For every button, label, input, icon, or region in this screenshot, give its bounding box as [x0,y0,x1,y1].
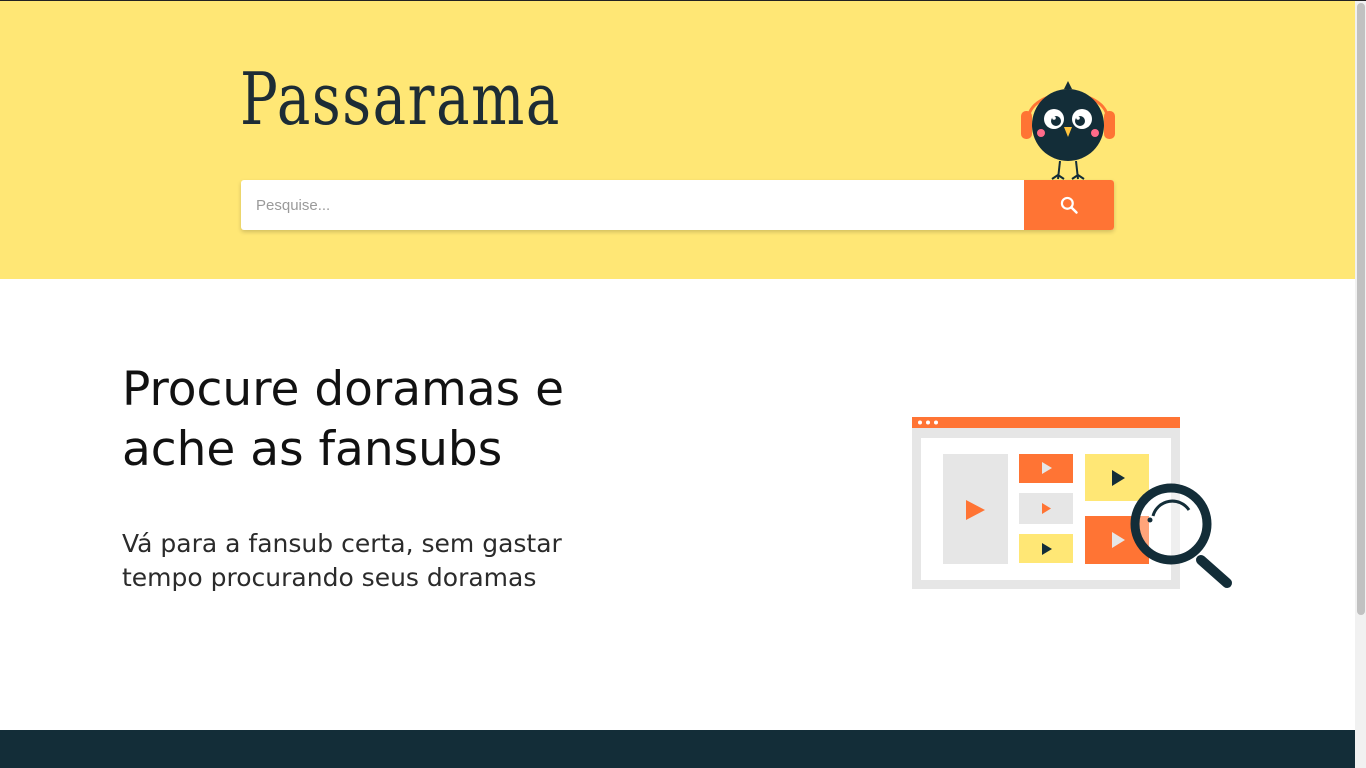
site-footer [0,730,1355,768]
hero-subtitle-line-1: Vá para a fansub certa, sem gastar [122,529,562,558]
search-icon [1060,196,1078,214]
search-button[interactable] [1024,180,1114,230]
hero-subtitle-line-2: tempo procurando seus doramas [122,563,537,592]
search-bar [241,180,1114,230]
video-search-illustration [912,417,1232,589]
site-logo[interactable]: Passarama [240,63,561,135]
hero-title: Procure doramas e ache as fansubs [122,360,642,480]
search-input[interactable] [241,180,1024,230]
hero-title-line-2: ache as fansubs [122,422,503,477]
scrollbar-thumb[interactable] [1357,3,1365,615]
bird-with-headphones-icon [1021,81,1115,180]
hero-title-line-1: Procure doramas e [122,362,564,417]
hero-subtitle: Vá para a fansub certa, sem gastar tempo… [122,527,592,595]
site-header: Passarama [0,1,1355,279]
